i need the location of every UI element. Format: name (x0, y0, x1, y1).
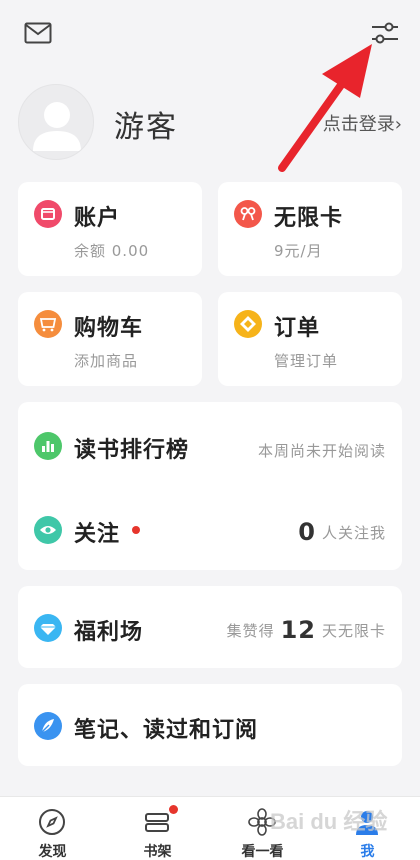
nav-bookshelf-label: 书架 (143, 844, 172, 860)
follower-count: 0 人关注我 (292, 518, 386, 546)
nav-bookshelf[interactable]: 书架 (105, 797, 210, 860)
welfare-prefix: 集赞得 (226, 622, 275, 640)
cart-subtitle: 添加商品 (74, 352, 139, 370)
notes-card[interactable]: 笔记、读过和订阅 (18, 684, 402, 766)
orders-diamond-icon (234, 310, 262, 338)
unlimited-title: 无限卡 (274, 206, 344, 231)
account-balance: 余额 0.00 (74, 242, 150, 260)
orders-card[interactable]: 订单 管理订单 (218, 292, 402, 386)
welfare-title: 福利场 (74, 620, 144, 645)
default-avatar-icon (33, 102, 81, 151)
nav-look[interactable]: 看一看 (210, 797, 315, 860)
welfare-card[interactable]: 福利场 集赞得 12 天无限卡 (18, 586, 402, 668)
welfare-days: 12 (280, 616, 316, 644)
welfare-reward: 集赞得 12 天无限卡 (227, 616, 386, 644)
follow-title: 关注 (74, 522, 121, 547)
nav-discover[interactable]: 发现 (0, 797, 105, 860)
profile-section[interactable]: 游客 点击登录› (0, 82, 420, 166)
mail-icon[interactable] (24, 22, 52, 44)
avatar[interactable] (18, 84, 94, 160)
bottom-navigation: 发现 书架 看一看 我 (0, 796, 420, 860)
reading-social-card: 读书排行榜 本周尚未开始阅读 关注 0 人关注我 (18, 402, 402, 570)
bookshelf-badge-dot (169, 805, 178, 814)
follow-notification-dot (132, 526, 140, 534)
nav-me[interactable]: 我 (315, 797, 420, 860)
ribbon-icon (234, 200, 262, 228)
cart-card[interactable]: 购物车 添加商品 (18, 292, 202, 386)
bookshelf-icon (145, 813, 169, 832)
follower-number: 0 (298, 518, 316, 546)
ranking-row[interactable]: 读书排行榜 本周尚未开始阅读 (18, 402, 402, 486)
account-card[interactable]: 账户 余额 0.00 (18, 182, 202, 276)
flower-icon (248, 808, 276, 836)
nav-look-label: 看一看 (241, 844, 284, 860)
nav-me-label: 我 (360, 844, 375, 860)
top-bar (0, 0, 420, 70)
account-title: 账户 (74, 206, 121, 231)
compass-icon (39, 809, 65, 835)
person-icon (356, 811, 378, 835)
cart-title: 购物车 (74, 316, 144, 341)
settings-sliders-icon[interactable] (370, 20, 400, 46)
welfare-suffix: 天无限卡 (321, 622, 386, 640)
unlimited-card[interactable]: 无限卡 9元/月 (218, 182, 402, 276)
ranking-title: 读书排行榜 (74, 438, 190, 463)
diamond-icon (34, 614, 62, 642)
cart-icon (34, 310, 62, 338)
eye-icon (34, 516, 62, 544)
follower-label: 人关注我 (321, 524, 386, 542)
bar-chart-icon (34, 432, 62, 460)
follow-row[interactable]: 关注 0 人关注我 (18, 486, 402, 570)
ranking-status: 本周尚未开始阅读 (257, 442, 386, 460)
feather-pen-icon (34, 712, 62, 740)
orders-title: 订单 (274, 316, 321, 341)
login-link[interactable]: 点击登录› (323, 110, 402, 136)
notes-title: 笔记、读过和订阅 (74, 718, 259, 743)
username: 游客 (114, 110, 178, 145)
unlimited-price: 9元/月 (274, 242, 323, 260)
orders-subtitle: 管理订单 (274, 352, 339, 370)
nav-discover-label: 发现 (38, 844, 67, 860)
wallet-icon (34, 200, 62, 228)
